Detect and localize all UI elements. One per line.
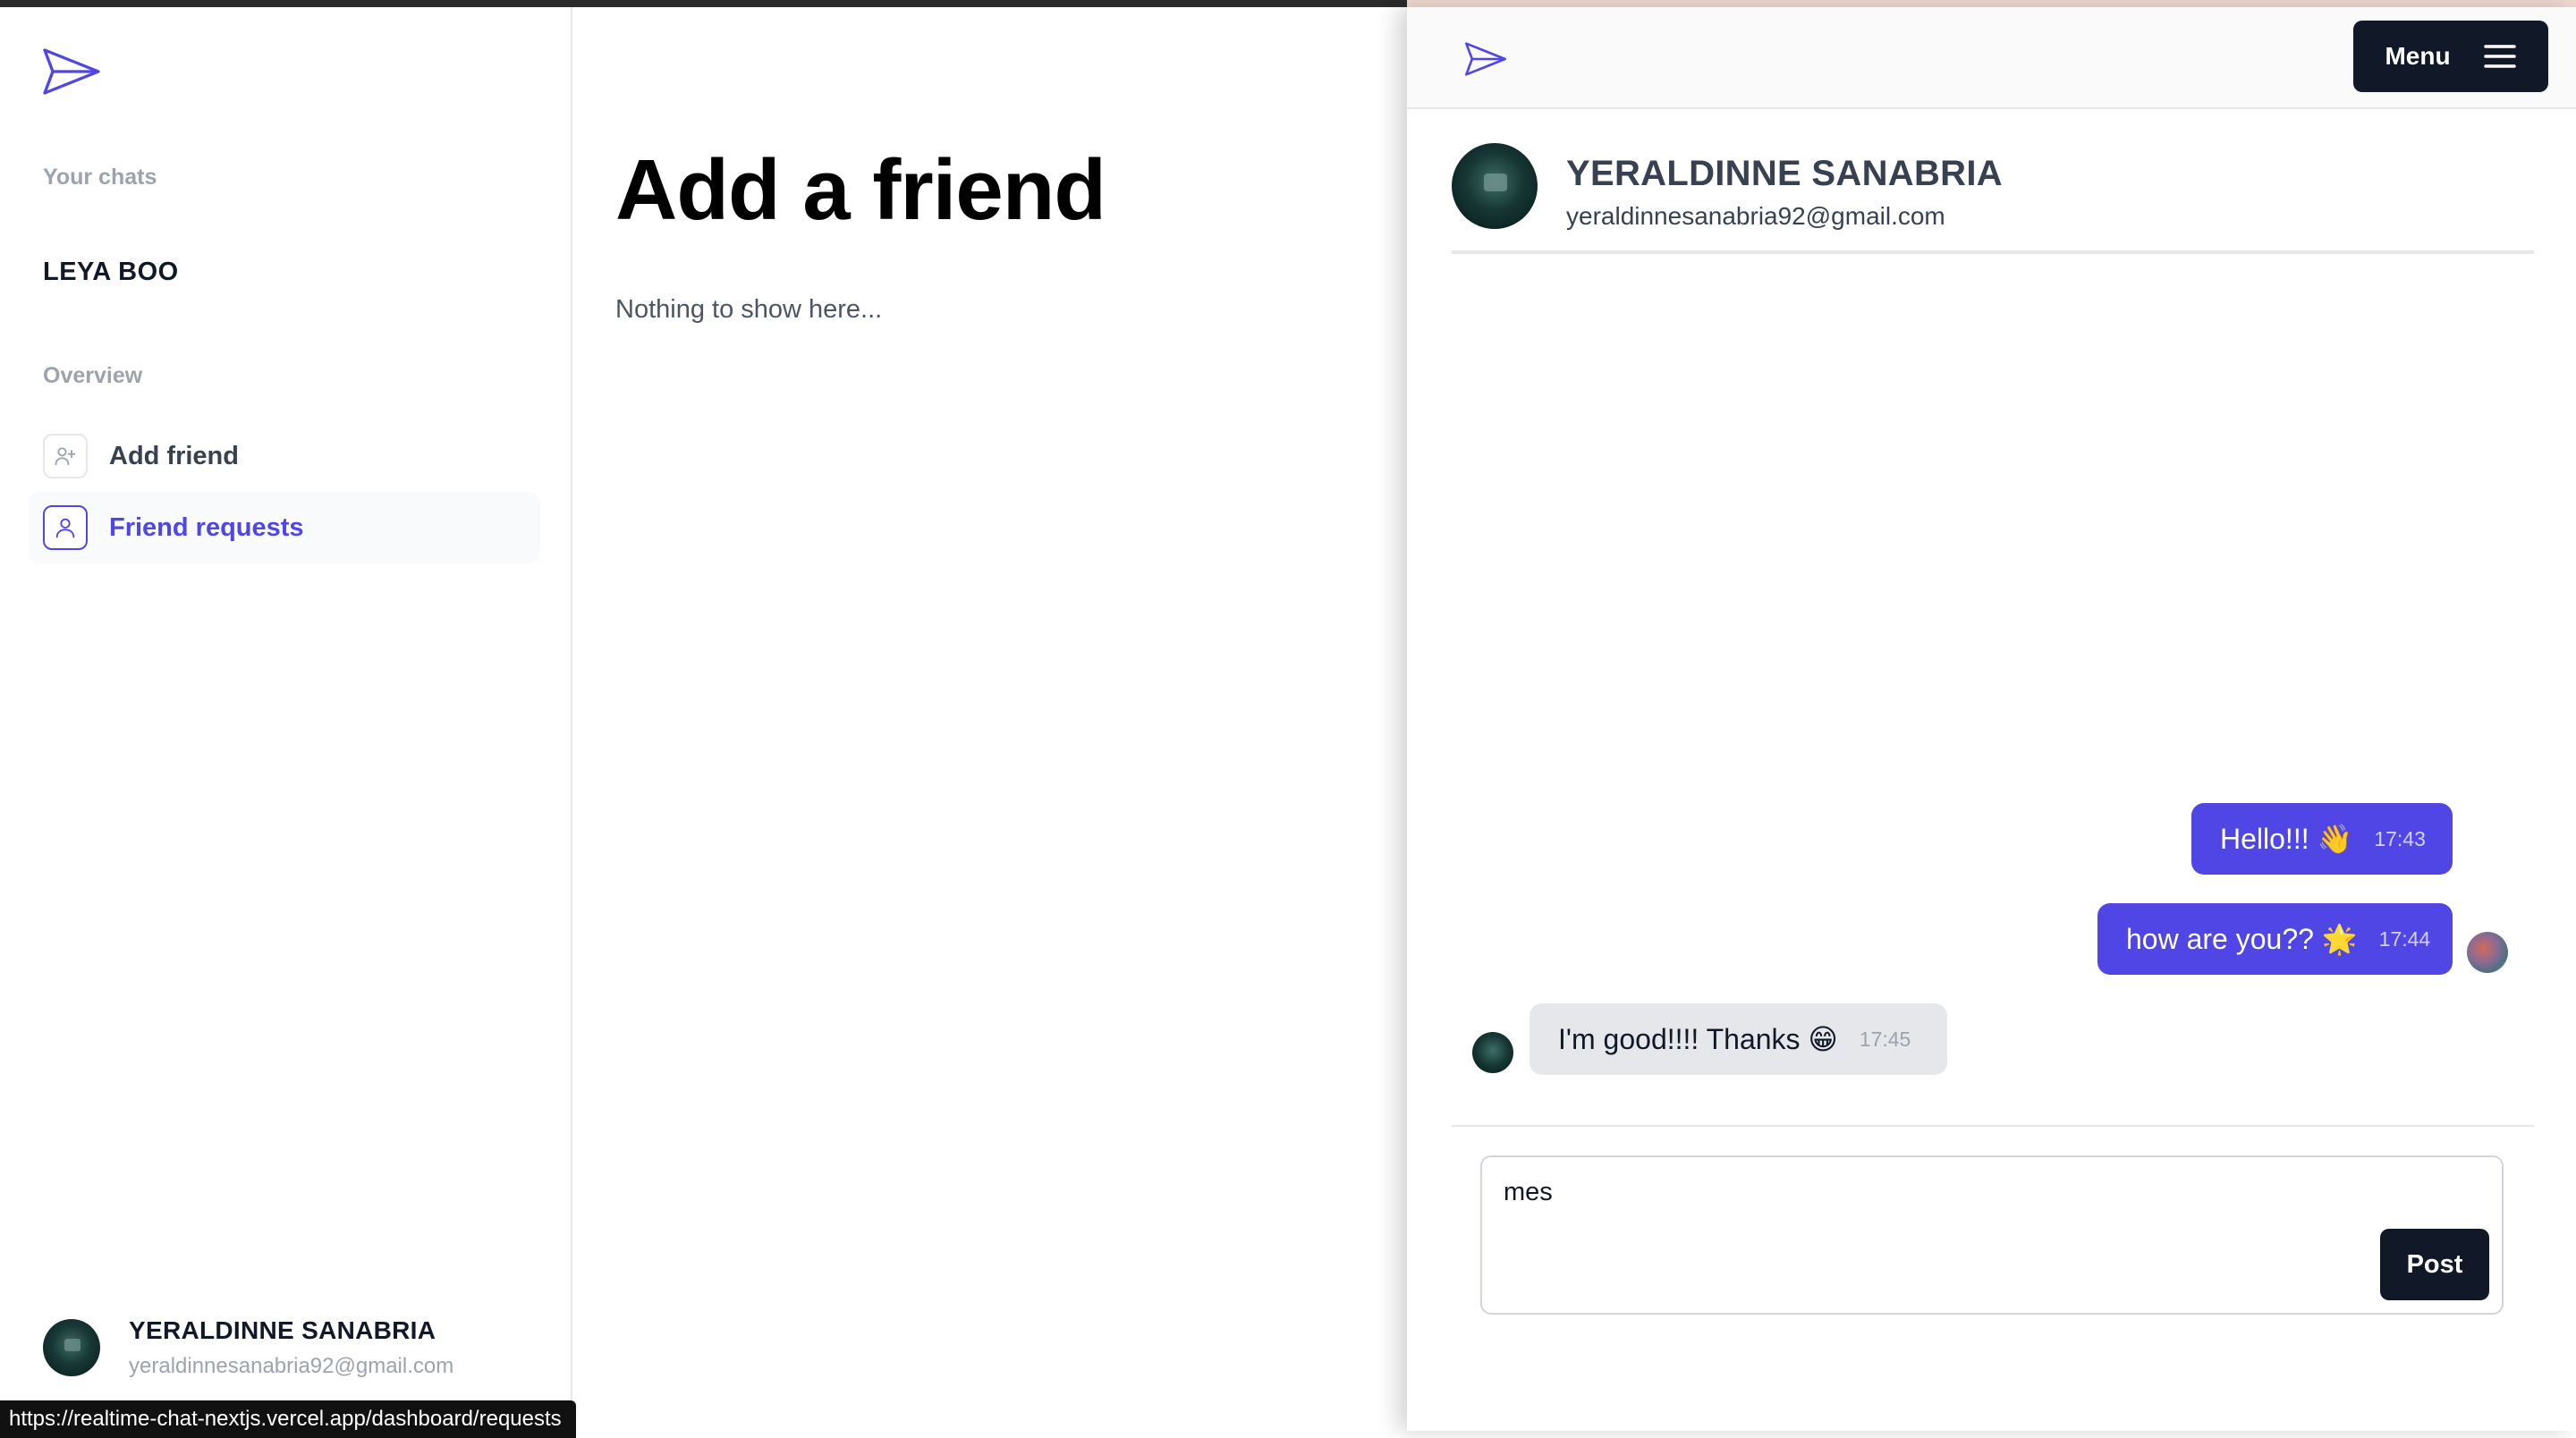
message-time: 17:45: [1859, 1027, 1911, 1051]
profile-email: yeraldinnesanabria92@gmail.com: [129, 1354, 454, 1378]
hamburger-icon: [2483, 45, 2516, 68]
chat-partner-name: YERALDINNE SANABRIA: [1566, 154, 2003, 193]
dashboard-window: Your chats LEYA BOO Overview Add friend …: [0, 7, 1407, 1438]
message-text: Hello!!! 👋: [2220, 823, 2353, 855]
avatar: [43, 1319, 100, 1376]
status-bar-url: https://realtime-chat-nextjs.vercel.app/…: [0, 1400, 576, 1438]
message-text: how are you?? 🌟: [2126, 923, 2358, 955]
message-bubble: Hello!!! 👋 17:43: [2191, 803, 2453, 875]
sidebar-item-friend-requests[interactable]: Friend requests: [29, 492, 540, 563]
logo-paper-plane-icon[interactable]: [1462, 36, 1509, 82]
message-time: 17:43: [2374, 826, 2426, 850]
message-input[interactable]: [1502, 1173, 2310, 1211]
message-bubble: I'm good!!!! Thanks 😁 17:45: [1530, 1003, 1947, 1075]
overview-label: Overview: [43, 363, 143, 388]
menu-button-label: Menu: [2385, 42, 2451, 70]
logo-paper-plane-icon[interactable]: [39, 39, 104, 104]
profile-name: YERALDINNE SANABRIA: [129, 1316, 436, 1344]
avatar: [1452, 143, 1538, 229]
message-time: 17:44: [2378, 926, 2431, 951]
chat-header: YERALDINNE SANABRIA yeraldinnesanabria92…: [1452, 143, 2534, 254]
avatar: [1472, 1032, 1513, 1073]
message-bubble: how are you?? 🌟 17:44: [2097, 903, 2453, 975]
post-button[interactable]: Post: [2380, 1229, 2489, 1300]
chat-window: Menu YERALDINNE SANABRIA yeraldinnesanab…: [1407, 7, 2576, 1431]
user-profile[interactable]: YERALDINNE SANABRIA yeraldinnesanabria92…: [43, 1316, 453, 1379]
avatar: [2467, 932, 2508, 973]
sidebar-item-label: Add friend: [109, 441, 239, 470]
chat-partner-email: yeraldinnesanabria92@gmail.com: [1566, 202, 1945, 230]
sidebar-item-add-friend[interactable]: Add friend: [29, 420, 540, 492]
menu-button[interactable]: Menu: [2353, 21, 2548, 92]
divider: [1452, 1125, 2534, 1127]
sidebar-item-label: Friend requests: [109, 512, 304, 542]
main-content: Add a friend Nothing to show here...: [572, 7, 1407, 1431]
mobile-header: Menu: [1407, 7, 2576, 109]
your-chats-label: Your chats: [43, 165, 157, 190]
message-composer: Post: [1480, 1155, 2504, 1315]
message-text: I'm good!!!! Thanks 😁: [1558, 1023, 1838, 1055]
empty-state-text: Nothing to show here...: [615, 295, 883, 324]
page-title: Add a friend: [615, 142, 1106, 238]
sidebar: Your chats LEYA BOO Overview Add friend …: [0, 7, 572, 1431]
user-icon: [43, 505, 88, 550]
chat-item[interactable]: LEYA BOO: [43, 258, 179, 287]
user-plus-icon: [43, 434, 88, 478]
